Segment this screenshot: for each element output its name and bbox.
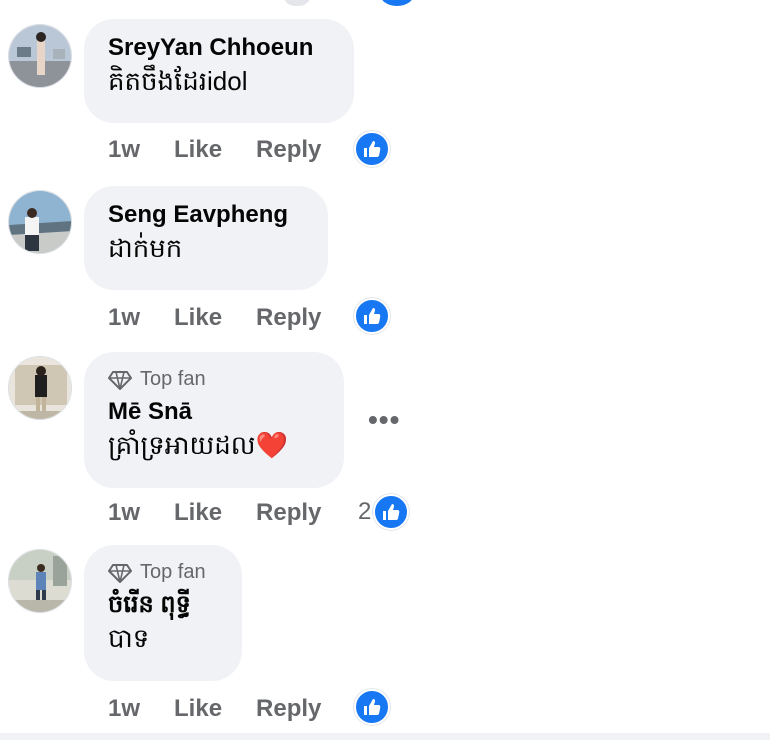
top-fan-badge: Top fan bbox=[108, 561, 218, 584]
top-fan-label: Top fan bbox=[140, 368, 206, 390]
diamond-icon bbox=[108, 370, 132, 390]
avatar[interactable] bbox=[8, 549, 72, 613]
avatar[interactable] bbox=[8, 24, 72, 88]
reaction-summary[interactable] bbox=[354, 689, 390, 725]
comment-bubble[interactable]: Top fan Mē Snā គ្រាំទ្រអាយដល❤️ bbox=[84, 352, 344, 488]
like-button[interactable]: Like bbox=[174, 695, 222, 723]
top-fan-badge: Top fan bbox=[108, 368, 320, 391]
comment-time[interactable]: 1w bbox=[108, 304, 140, 332]
like-button[interactable]: Like bbox=[174, 304, 222, 332]
comment-time[interactable]: 1w bbox=[108, 136, 140, 164]
reaction-summary[interactable] bbox=[354, 298, 390, 334]
thumbs-up-icon bbox=[373, 494, 410, 530]
more-options-button[interactable]: ••• bbox=[368, 404, 400, 436]
like-button[interactable]: Like bbox=[174, 136, 222, 164]
previous-like-icon-fragment bbox=[380, 0, 414, 6]
reaction-summary[interactable] bbox=[354, 131, 390, 167]
thumbs-up-icon bbox=[354, 689, 390, 725]
previous-comment-fragment bbox=[283, 0, 311, 6]
avatar[interactable] bbox=[8, 190, 72, 254]
divider bbox=[0, 733, 770, 740]
comment-bubble[interactable]: Top fan ចំរើន ពុទ្ធី បាទ bbox=[84, 545, 242, 681]
reply-button[interactable]: Reply bbox=[256, 499, 321, 527]
comment-text: គ្រាំទ្រអាយដល❤️ bbox=[108, 430, 288, 460]
reaction-summary[interactable]: 2 bbox=[358, 494, 410, 530]
comment-time[interactable]: 1w bbox=[108, 695, 140, 723]
avatar[interactable] bbox=[8, 356, 72, 420]
diamond-icon bbox=[108, 563, 132, 583]
comment-author[interactable]: Seng Eavpheng bbox=[108, 200, 304, 230]
reaction-count: 2 bbox=[358, 498, 372, 525]
comment-bubble[interactable]: SreyYan Chhoeun គិតចឹងដែរidol bbox=[84, 19, 354, 123]
thumbs-up-icon bbox=[354, 298, 390, 334]
reply-button[interactable]: Reply bbox=[256, 304, 321, 332]
top-fan-label: Top fan bbox=[140, 561, 206, 583]
thumbs-up-icon bbox=[354, 131, 390, 167]
comment-time[interactable]: 1w bbox=[108, 499, 140, 527]
comment-text: គិតចឹងដែរidol bbox=[108, 66, 248, 96]
comment-text: ដាក់មក bbox=[108, 233, 183, 263]
comment-text: បាទ bbox=[108, 623, 150, 653]
like-button[interactable]: Like bbox=[174, 499, 222, 527]
comment-author[interactable]: SreyYan Chhoeun bbox=[108, 33, 330, 63]
comment-bubble[interactable]: Seng Eavpheng ដាក់មក bbox=[84, 186, 328, 290]
comment-actions: 1w Like Reply bbox=[108, 304, 321, 332]
comment-actions: 1w Like Reply bbox=[108, 499, 321, 527]
reply-button[interactable]: Reply bbox=[256, 136, 321, 164]
comment-author[interactable]: ចំរើន ពុទ្ធី bbox=[108, 590, 218, 620]
comment-actions: 1w Like Reply bbox=[108, 136, 321, 164]
comment-actions: 1w Like Reply bbox=[108, 695, 321, 723]
comment-author[interactable]: Mē Snā bbox=[108, 397, 320, 427]
reply-button[interactable]: Reply bbox=[256, 695, 321, 723]
